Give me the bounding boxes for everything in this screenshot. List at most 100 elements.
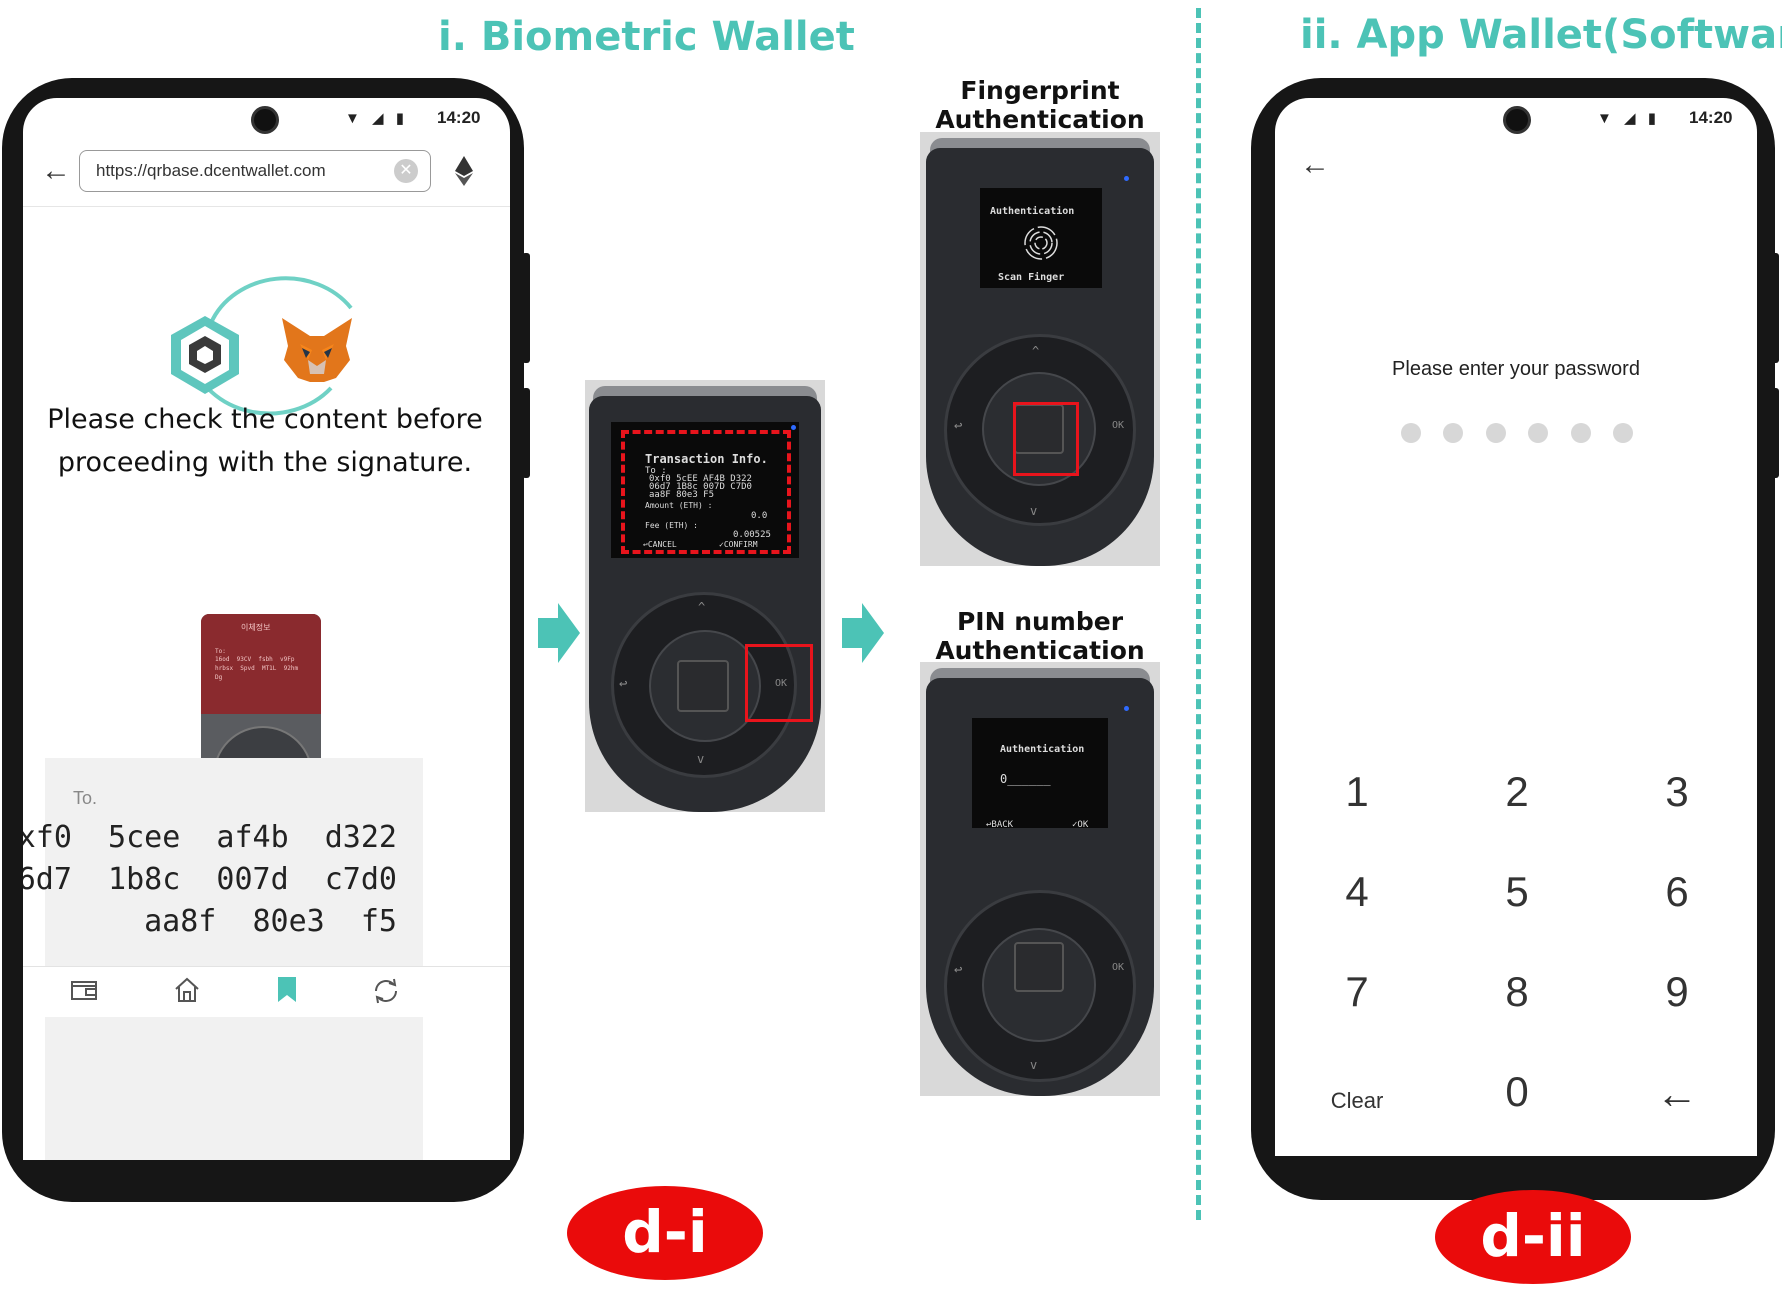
key-8[interactable]: 8 [1457, 968, 1577, 1016]
dial-back-icon: ↩ [954, 962, 963, 978]
dial-back-icon: ↩ [619, 676, 628, 692]
pin-screen-title: Authentication [1000, 744, 1085, 755]
power-button [522, 388, 530, 478]
fingerprint-icon [1024, 226, 1058, 260]
pin-caption: PIN number Authentication [920, 607, 1160, 665]
bookmark-icon[interactable] [277, 977, 297, 1003]
device-fingerprint-button [677, 660, 729, 712]
pin-dot [1613, 423, 1633, 443]
section-divider [1196, 8, 1201, 1220]
dial-up-icon: ^ [698, 600, 706, 614]
status-bar: ▼ ◢ ▮ 14:20 [1275, 98, 1757, 138]
status-time: 14:20 [437, 108, 481, 127]
header-divider [23, 206, 510, 207]
transaction-highlight [621, 430, 791, 554]
metamask-logo-icon [282, 318, 352, 382]
home-icon[interactable] [174, 977, 200, 1003]
device-led [791, 425, 796, 430]
clear-url-icon[interactable]: ✕ [394, 159, 418, 183]
pin-caption-line2: Authentication [935, 636, 1145, 665]
volume-button [1771, 253, 1779, 363]
front-camera [251, 106, 279, 134]
pin-dot [1528, 423, 1548, 443]
url-field[interactable]: https://qrbase.dcentwallet.com [79, 150, 431, 192]
power-button [1771, 388, 1779, 478]
mini-addr-1: 16od 93CV fsbh v9Fp [215, 656, 295, 663]
front-camera [1503, 106, 1531, 134]
fingerprint-sensor-highlight [1013, 402, 1079, 476]
dial-down-icon: v [1030, 504, 1038, 518]
address-line-1: 0xf0 5cee af4b d322 [23, 820, 397, 855]
badge-d-ii: d-ii [1435, 1190, 1631, 1284]
dial-down-icon: v [1030, 1058, 1038, 1072]
wallet-icon[interactable] [71, 979, 97, 1001]
device-ok-label: OK [1112, 962, 1125, 973]
recipient-box: To. 0xf0 5cee af4b d322 06d7 1b8c 007d c… [23, 758, 423, 1160]
flow-arrow-2-icon [842, 603, 884, 663]
fp-screen-hint: Scan Finger [998, 272, 1065, 283]
status-time: 14:20 [1689, 108, 1733, 127]
url-text: https://qrbase.dcentwallet.com [96, 161, 326, 180]
back-arrow-icon[interactable]: ← [1300, 148, 1330, 182]
pin-dot [1401, 423, 1421, 443]
clear-button[interactable]: Clear [1297, 1088, 1417, 1114]
pin-dot [1486, 423, 1506, 443]
key-2[interactable]: 2 [1457, 768, 1577, 816]
volume-button [522, 253, 530, 363]
pin-dot [1443, 423, 1463, 443]
signal-icons: ▼ ◢ ▮ [345, 110, 408, 127]
device-led [1124, 706, 1129, 711]
dial-up-icon: ^ [1032, 344, 1040, 358]
pin-caption-line1: PIN number [956, 607, 1124, 636]
device-ok-label: OK [1112, 420, 1125, 431]
key-5[interactable]: 5 [1457, 868, 1577, 916]
flow-arrow-1-icon [538, 603, 580, 663]
bottom-nav [23, 966, 510, 1017]
key-0[interactable]: 0 [1457, 1068, 1577, 1116]
pin-entry: 0______ [1000, 772, 1051, 786]
device-led [1124, 176, 1129, 181]
pin-dot [1571, 423, 1591, 443]
left-phone: ▼ ◢ ▮ 14:20 ← https://qrbase.dcentwallet… [2, 78, 530, 1202]
biometric-wallet-title: i. Biometric Wallet [438, 14, 855, 60]
mini-addr-3: Dg [215, 674, 223, 681]
sync-icon[interactable] [372, 977, 400, 1005]
left-phone-screen: ▼ ◢ ▮ 14:20 ← https://qrbase.dcentwallet… [23, 98, 510, 1160]
dial-down-icon: v [697, 752, 705, 766]
status-bar: ▼ ◢ ▮ 14:20 [23, 98, 510, 138]
device-fingerprint-photo: Authentication Scan Finger ^ v ↩ OK [920, 132, 1160, 566]
password-prompt: Please enter your password [1392, 358, 1640, 380]
mini-screen-title: 이체정보 [241, 623, 271, 632]
fingerprint-caption-line1: Fingerprint [960, 76, 1120, 105]
app-wallet-title: ii. App Wallet(Software) [1300, 12, 1782, 58]
key-1[interactable]: 1 [1297, 768, 1417, 816]
ok-button-highlight [745, 644, 813, 722]
key-3[interactable]: 3 [1617, 768, 1737, 816]
back-arrow-icon[interactable]: ← [41, 154, 71, 188]
fp-screen-title: Authentication [990, 206, 1075, 217]
check-content-line2: proceeding with the signature. [57, 447, 473, 478]
mini-to-label: To: [215, 648, 226, 655]
check-content-line1: Please check the content before [47, 404, 483, 435]
fingerprint-caption-line2: Authentication [935, 105, 1145, 134]
backspace-icon[interactable]: ← [1617, 1070, 1737, 1118]
mini-addr-2: hrbsx Spvd MT1L 92hm [215, 665, 299, 672]
address-line-3: aa8f 80e3 f5 [144, 904, 397, 939]
key-9[interactable]: 9 [1617, 968, 1737, 1016]
pin-back-label: BACK [991, 820, 1014, 830]
key-7[interactable]: 7 [1297, 968, 1417, 1016]
key-4[interactable]: 4 [1297, 868, 1417, 916]
badge-d-i: d-i [567, 1186, 763, 1280]
pin-back: ↩BACK [986, 820, 1014, 830]
key-6[interactable]: 6 [1617, 868, 1737, 916]
pin-ok: ✓OK [1072, 820, 1089, 830]
fingerprint-caption: Fingerprint Authentication [920, 76, 1160, 134]
device-center-button [1014, 942, 1064, 992]
dcent-logo-icon [171, 316, 239, 394]
right-phone-screen: ▼ ◢ ▮ 14:20 ← Please enter your password… [1275, 98, 1757, 1156]
pin-ok-label: OK [1077, 820, 1089, 830]
ethereum-icon[interactable] [455, 156, 473, 186]
to-label: To. [73, 788, 98, 808]
device-transaction-photo: Transaction Info. To : 0xf0 5cEE AF4B D3… [585, 380, 825, 812]
device-pin-photo: Authentication 0______ ↩BACK ✓OK ↩ OK v [920, 662, 1160, 1096]
